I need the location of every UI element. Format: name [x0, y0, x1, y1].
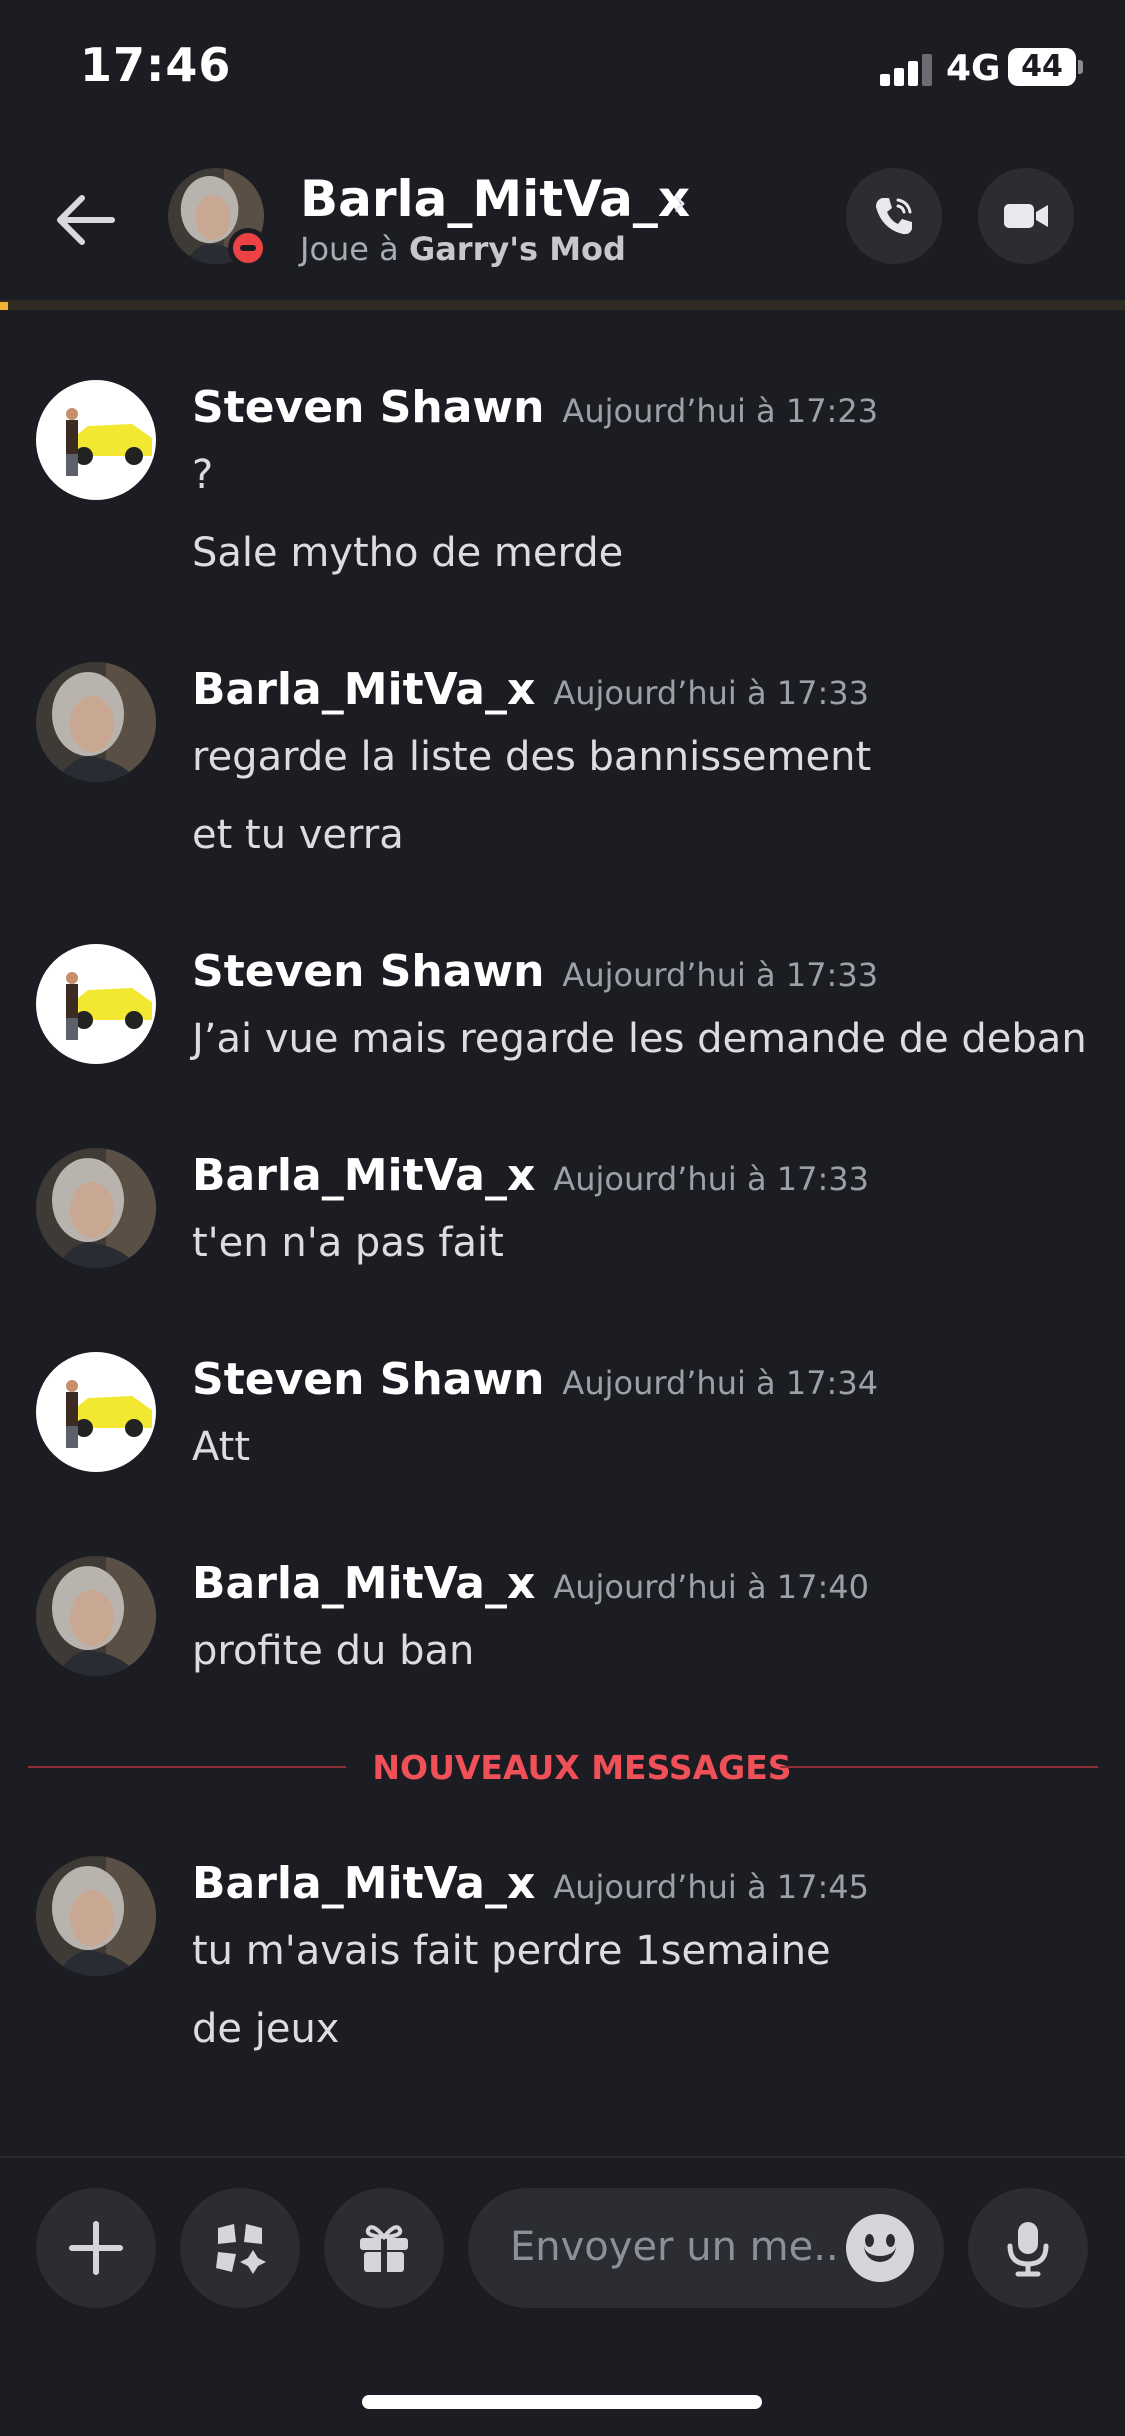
- gift-icon: [360, 2225, 408, 2272]
- channel-header: Barla_MitVa_x › Joue à Garry's Mod: [0, 140, 1125, 300]
- microphone-icon: [1007, 2222, 1049, 2277]
- divider-line-right: [780, 1766, 1098, 1768]
- message-text: tu m'avais fait perdre 1semaine: [192, 1928, 831, 1974]
- message-author[interactable]: Barla_MitVa_x Aujourd’hui à 17:40: [192, 1558, 869, 1609]
- plus-icon: [69, 2221, 123, 2275]
- channel-title[interactable]: Barla_MitVa_x: [300, 170, 690, 228]
- message-input-placeholder: Envoyer un me..: [510, 2224, 839, 2270]
- portrait-avatar[interactable]: [36, 1556, 156, 1676]
- message-timestamp: Aujourd’hui à 17:45: [553, 1868, 869, 1906]
- message-timestamp: Aujourd’hui à 17:40: [553, 1568, 869, 1606]
- portrait-avatar-image: [36, 1856, 156, 1976]
- add-attachment-button[interactable]: [36, 2188, 156, 2308]
- message-text: Att: [192, 1424, 251, 1470]
- emoji-icon[interactable]: [846, 2214, 914, 2282]
- portrait-avatar-image: [36, 662, 156, 782]
- activity-status: Joue à Garry's Mod: [300, 230, 626, 268]
- portrait-avatar[interactable]: [36, 1856, 156, 1976]
- header-accent: [0, 302, 8, 310]
- battery-icon: 44: [1008, 48, 1076, 86]
- home-indicator[interactable]: [362, 2395, 762, 2409]
- message-author[interactable]: Steven Shawn Aujourd’hui à 17:33: [192, 946, 878, 997]
- video-call-button[interactable]: [978, 168, 1074, 264]
- chevron-right-icon[interactable]: ›: [672, 180, 687, 224]
- voice-message-button[interactable]: [968, 2188, 1088, 2308]
- header-divider: [0, 300, 1125, 310]
- apps-icon: [216, 2224, 266, 2274]
- message-text: et tu verra: [192, 812, 404, 858]
- portrait-avatar-image: [36, 1148, 156, 1268]
- back-button[interactable]: [50, 185, 120, 255]
- message-text: t'en n'a pas fait: [192, 1220, 504, 1266]
- message-author[interactable]: Barla_MitVa_x Aujourd’hui à 17:45: [192, 1858, 869, 1909]
- portrait-avatar-image: [36, 1556, 156, 1676]
- message-text: ?: [192, 452, 214, 498]
- message-timestamp: Aujourd’hui à 17:23: [562, 392, 879, 430]
- car-avatar-image: [36, 380, 156, 500]
- activity-prefix: Joue à: [300, 230, 399, 268]
- portrait-avatar[interactable]: [36, 662, 156, 782]
- activity-game: Garry's Mod: [408, 230, 626, 268]
- message-author[interactable]: Barla_MitVa_x Aujourd’hui à 17:33: [192, 1150, 869, 1201]
- message-text: de jeux: [192, 2006, 340, 2052]
- car-avatar[interactable]: [36, 380, 156, 500]
- status-bar: 17:46 4G 44: [0, 0, 1125, 140]
- message-text: regarde la liste des bannissement: [192, 734, 872, 780]
- message-author[interactable]: Steven Shawn Aujourd’hui à 17:34: [192, 1354, 878, 1405]
- status-time: 17:46: [80, 38, 232, 92]
- car-avatar[interactable]: [36, 944, 156, 1064]
- message-timestamp: Aujourd’hui à 17:34: [562, 1364, 879, 1402]
- message-input[interactable]: Envoyer un me..: [468, 2188, 944, 2308]
- dnd-status-icon: [228, 228, 268, 268]
- message-text: profite du ban: [192, 1628, 475, 1674]
- new-messages-label: NOUVEAUX MESSAGES: [372, 1748, 792, 1787]
- back-arrow-icon: [57, 195, 115, 245]
- video-camera-icon: [1004, 204, 1048, 228]
- gift-button[interactable]: [324, 2188, 444, 2308]
- message-author[interactable]: Steven Shawn Aujourd’hui à 17:23: [192, 382, 878, 433]
- new-messages-divider: NOUVEAUX MESSAGES: [28, 1748, 1098, 1788]
- message-text: Sale mytho de merde: [192, 530, 624, 576]
- voice-call-button[interactable]: [846, 168, 942, 264]
- divider-line-left: [28, 1766, 346, 1768]
- message-text: J’ai vue mais regarde les demande de deb…: [192, 1016, 1087, 1062]
- apps-button[interactable]: [180, 2188, 300, 2308]
- message-timestamp: Aujourd’hui à 17:33: [562, 956, 879, 994]
- car-avatar-image: [36, 944, 156, 1064]
- portrait-avatar[interactable]: [36, 1148, 156, 1268]
- car-avatar-image: [36, 1352, 156, 1472]
- car-avatar[interactable]: [36, 1352, 156, 1472]
- phone-call-icon: [876, 198, 912, 235]
- signal-strength-icon: [880, 52, 934, 86]
- battery-tip: [1078, 60, 1083, 74]
- message-author[interactable]: Barla_MitVa_x Aujourd’hui à 17:33: [192, 664, 869, 715]
- message-timestamp: Aujourd’hui à 17:33: [553, 674, 869, 712]
- network-type: 4G: [946, 48, 1001, 89]
- message-timestamp: Aujourd’hui à 17:33: [553, 1160, 869, 1198]
- composer-divider: [0, 2156, 1125, 2158]
